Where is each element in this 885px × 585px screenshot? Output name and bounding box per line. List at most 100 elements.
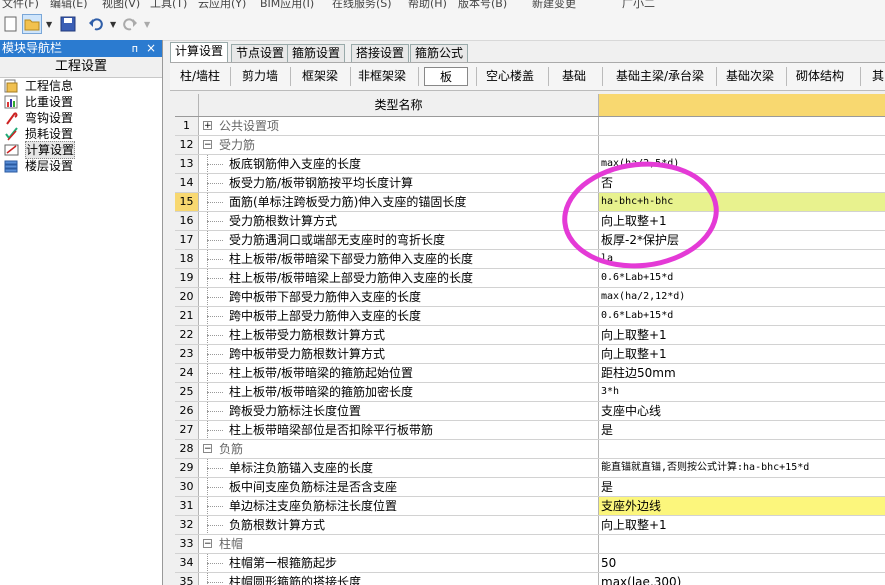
setting-value-cell[interactable]: 距柱边50mm <box>599 364 885 382</box>
undo-icon[interactable] <box>86 14 106 34</box>
group-row[interactable]: 33− 柱帽 <box>175 535 885 554</box>
setting-value-cell[interactable]: 支座外边线 <box>599 497 885 515</box>
close-icon[interactable]: × <box>146 40 156 57</box>
setting-value-cell[interactable]: 板厚-2*保护层 <box>599 231 885 249</box>
table-row[interactable]: 35 柱帽圆形箍筋的搭接长度 max(lae,300) <box>175 573 885 585</box>
collapse-icon[interactable]: − <box>203 444 212 454</box>
nav-item-floors[interactable]: 楼层设置 <box>0 158 162 174</box>
subtab-foundation[interactable]: 基础 <box>556 67 592 86</box>
setting-value-cell[interactable]: 3*h <box>599 383 885 401</box>
table-row[interactable]: 27 柱上板带暗梁部位是否扣除平行板带筋 是 <box>175 421 885 440</box>
table-row[interactable]: 21 跨中板带上部受力筋伸入支座的长度 0.6*Lab+15*d <box>175 307 885 326</box>
subtab-shear-wall[interactable]: 剪力墙 <box>236 67 284 86</box>
row-number: 26 <box>175 402 199 420</box>
redo-dropdown-icon[interactable]: ▼ <box>144 20 150 29</box>
nav-item-label: 比重设置 <box>25 95 74 109</box>
setting-value-cell[interactable]: max(ha/2,12*d) <box>599 288 885 306</box>
subtab-foundation-secondary-beam[interactable]: 基础次梁 <box>722 67 778 86</box>
subtab-other[interactable]: 其 <box>870 67 885 86</box>
expand-icon[interactable]: + <box>203 121 212 131</box>
subtab-masonry[interactable]: 砌体结构 <box>792 67 848 86</box>
table-row[interactable]: 26 跨板受力筋标注长度位置 支座中心线 <box>175 402 885 421</box>
group-row[interactable]: 28− 负筋 <box>175 440 885 459</box>
setting-value-cell[interactable]: ha-bhc+h-bhc <box>599 193 885 211</box>
undo-dropdown-icon[interactable]: ▼ <box>110 20 116 29</box>
setting-value-cell[interactable]: 50 <box>599 554 885 572</box>
subtab-slab[interactable]: 板 <box>424 67 468 86</box>
pin-icon[interactable]: ᴨ <box>132 40 138 57</box>
setting-value-cell[interactable]: max(ha/2,5*d) <box>599 155 885 173</box>
menu-cloud[interactable]: 云应用(Y) <box>198 0 246 10</box>
setting-value-cell[interactable]: 是 <box>599 421 885 439</box>
save-icon[interactable] <box>58 14 78 34</box>
setting-value-cell[interactable]: 能直锚就直锚,否则按公式计算:ha-bhc+15*d <box>599 459 885 477</box>
table-row[interactable]: 23 跨中板带受力筋根数计算方式 向上取整+1 <box>175 345 885 364</box>
table-row[interactable]: 25 柱上板带/板带暗梁的箍筋加密长度 3*h <box>175 383 885 402</box>
menu-new-change[interactable]: 新建变更 <box>532 0 576 10</box>
subtab-foundation-main-beam[interactable]: 基础主梁/承台梁 <box>610 67 710 86</box>
table-row[interactable]: 31 单边标注支座负筋标注长度位置 支座外边线 <box>175 497 885 516</box>
setting-value-cell[interactable]: 向上取整+1 <box>599 345 885 363</box>
calc-icon <box>4 143 20 157</box>
tab-lap-settings[interactable]: 搭接设置 <box>351 44 410 62</box>
setting-value-cell[interactable]: 向上取整+1 <box>599 212 885 230</box>
setting-value-cell[interactable]: la <box>599 250 885 268</box>
open-folder-icon[interactable] <box>22 14 42 34</box>
tree-line <box>207 468 223 470</box>
group-row[interactable]: 1 + 公共设置项 <box>175 117 885 136</box>
setting-value-cell[interactable]: 0.6*Lab+15*d <box>599 269 885 287</box>
table-row[interactable]: 30 板中间支座负筋标注是否含支座 是 <box>175 478 885 497</box>
menu-help[interactable]: 帮助(H) <box>408 0 447 10</box>
collapse-icon[interactable]: − <box>203 539 212 549</box>
table-row[interactable]: 24 柱上板带/板带暗梁的箍筋起始位置 距柱边50mm <box>175 364 885 383</box>
table-row[interactable]: 15 面筋(单标注跨板受力筋)伸入支座的锚固长度 ha-bhc+h-bhc <box>175 193 885 212</box>
setting-value-cell[interactable]: 是 <box>599 478 885 496</box>
menu-file[interactable]: 文件(F) <box>2 0 39 10</box>
setting-value-cell[interactable]: 否 <box>599 174 885 192</box>
setting-value-cell[interactable]: 向上取整+1 <box>599 516 885 534</box>
menu-online[interactable]: 在线服务(S) <box>332 0 392 10</box>
setting-value-cell[interactable]: max(lae,300) <box>599 573 885 585</box>
tab-stirrup-settings[interactable]: 箍筋设置 <box>287 44 346 62</box>
table-row[interactable]: 17 受力筋遇洞口或端部无支座时的弯折长度 板厚-2*保护层 <box>175 231 885 250</box>
nav-item-weight[interactable]: 比重设置 <box>0 94 162 110</box>
table-row[interactable]: 34 柱帽第一根箍筋起步 50 <box>175 554 885 573</box>
subtab-non-frame-beam[interactable]: 非框架梁 <box>355 67 409 86</box>
group-label: 柱帽 <box>219 537 244 551</box>
setting-value-cell[interactable]: 向上取整+1 <box>599 326 885 344</box>
nav-item-project-info[interactable]: 工程信息 <box>0 78 162 94</box>
table-row[interactable]: 14 板受力筋/板带钢筋按平均长度计算 否 <box>175 174 885 193</box>
table-row[interactable]: 32 负筋根数计算方式 向上取整+1 <box>175 516 885 535</box>
menu-assistant[interactable]: 广小二 <box>622 0 655 10</box>
nav-item-calc[interactable]: 计算设置 <box>0 141 162 159</box>
menu-bim[interactable]: BIM应用(I) <box>260 0 314 10</box>
table-row[interactable]: 29 单标注负筋锚入支座的长度 能直锚就直锚,否则按公式计算:ha-bhc+15*d <box>175 459 885 478</box>
table-row[interactable]: 13 板底钢筋伸入支座的长度 max(ha/2,5*d) <box>175 155 885 174</box>
setting-value-cell[interactable]: 支座中心线 <box>599 402 885 420</box>
nav-section-project-settings[interactable]: 工程设置 <box>0 57 162 78</box>
menu-tools[interactable]: 工具(T) <box>150 0 187 10</box>
open-dropdown-icon[interactable]: ▼ <box>46 20 52 29</box>
module-nav-panel: 模块导航栏 ᴨ × 工程设置 工程信息 比重设置 弯钩设置 损耗设置 计算设置 … <box>0 40 163 585</box>
nav-item-loss[interactable]: 损耗设置 <box>0 126 162 142</box>
tab-stirrup-formula[interactable]: 箍筋公式 <box>410 44 469 62</box>
subtab-frame-beam[interactable]: 框架梁 <box>296 67 344 86</box>
subtab-hollow-floor[interactable]: 空心楼盖 <box>482 67 538 86</box>
menu-version[interactable]: 版本号(B) <box>458 0 507 10</box>
subtab-column[interactable]: 柱/墙柱 <box>176 67 224 86</box>
menu-edit[interactable]: 编辑(E) <box>50 0 88 10</box>
table-row[interactable]: 19 柱上板带/板带暗梁上部受力筋伸入支座的长度 0.6*Lab+15*d <box>175 269 885 288</box>
nav-item-hook[interactable]: 弯钩设置 <box>0 110 162 126</box>
group-row[interactable]: 12− 受力筋 <box>175 136 885 155</box>
redo-icon[interactable] <box>120 14 140 34</box>
setting-value-cell[interactable]: 0.6*Lab+15*d <box>599 307 885 325</box>
table-row[interactable]: 18 柱上板带/板带暗梁下部受力筋伸入支座的长度 la <box>175 250 885 269</box>
table-row[interactable]: 16 受力筋根数计算方式 向上取整+1 <box>175 212 885 231</box>
tab-node-settings[interactable]: 节点设置 <box>231 44 290 62</box>
table-row[interactable]: 22 柱上板带受力筋根数计算方式 向上取整+1 <box>175 326 885 345</box>
tab-calc-settings[interactable]: 计算设置 <box>170 42 229 62</box>
new-file-icon[interactable] <box>1 14 21 34</box>
menu-view[interactable]: 视图(V) <box>102 0 140 10</box>
table-row[interactable]: 20 跨中板带下部受力筋伸入支座的长度 max(ha/2,12*d) <box>175 288 885 307</box>
collapse-icon[interactable]: − <box>203 140 212 150</box>
